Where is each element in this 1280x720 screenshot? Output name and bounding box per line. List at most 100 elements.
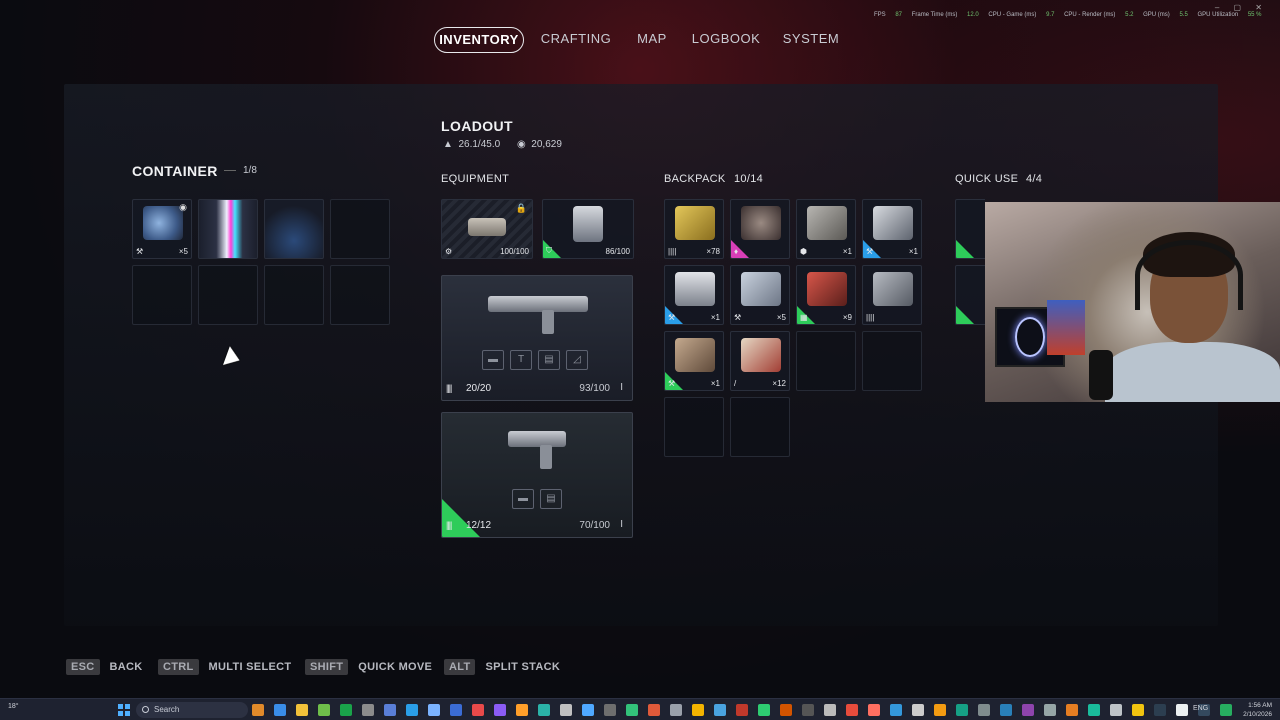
hint-back[interactable]: ESC BACK [66, 658, 143, 676]
backpack-slot[interactable]: |||| ×78 [664, 199, 724, 259]
weapon-slot-primary[interactable]: ▬ T ▤ ◿ |||| 20/20 93/100 I [441, 275, 633, 401]
taskbar-app-icon[interactable] [868, 704, 880, 716]
backpack-slot[interactable] [796, 331, 856, 391]
taskbar-app-icon[interactable] [1000, 704, 1012, 716]
tab-crafting[interactable]: CRAFTING [539, 27, 613, 53]
taskbar-app-icon[interactable] [1176, 704, 1188, 716]
taskbar-app-icon[interactable] [538, 704, 550, 716]
taskbar-app-icon[interactable] [692, 704, 704, 716]
shield-slot[interactable]: ⛉ 86/100 [542, 199, 634, 259]
backpack-slot[interactable]: ⚒ ×1 [664, 265, 724, 325]
hint-quick-move[interactable]: SHIFT QUICK MOVE [305, 658, 432, 676]
container-slot[interactable] [330, 199, 390, 259]
muzzle-mod-icon[interactable]: ▬ [482, 350, 504, 370]
taskbar-app-icon[interactable] [1154, 704, 1166, 716]
quick-use-slot[interactable] [955, 199, 985, 259]
tab-system[interactable]: SYSTEM [780, 27, 842, 53]
container-slot[interactable] [198, 199, 258, 259]
container-slot[interactable] [132, 265, 192, 325]
taskbar-app-icon[interactable] [1022, 704, 1034, 716]
underbarrel-mod-icon[interactable]: T [510, 350, 532, 370]
container-slot[interactable] [330, 265, 390, 325]
windows-start-icon[interactable] [118, 704, 130, 716]
taskbar-app-icon[interactable] [758, 704, 770, 716]
backpack-slot[interactable]: ⚒ ×5 [730, 265, 790, 325]
system-clock[interactable]: 1:56 AM 2/10/2026 [1243, 701, 1272, 719]
container-slot[interactable] [264, 265, 324, 325]
taskbar-app-icon[interactable] [1066, 704, 1078, 716]
language-indicator[interactable]: ENG [1193, 705, 1208, 712]
taskbar-app-icon[interactable] [626, 704, 638, 716]
taskbar-app-icon[interactable] [296, 704, 308, 716]
wrench-icon: ⚒ [668, 313, 676, 322]
taskbar-app-icon[interactable] [846, 704, 858, 716]
backpack-slot[interactable]: ▦ ×9 [796, 265, 856, 325]
taskbar-app-icon[interactable] [824, 704, 836, 716]
taskbar-app-icon[interactable] [428, 704, 440, 716]
taskbar-app-icon[interactable] [494, 704, 506, 716]
container-slot[interactable] [264, 199, 324, 259]
taskbar-app-icon[interactable] [780, 704, 792, 716]
taskbar-search[interactable]: Search [136, 702, 248, 718]
taskbar-app-icon[interactable] [736, 704, 748, 716]
container-slot[interactable] [198, 265, 258, 325]
backpack-slot[interactable] [730, 397, 790, 457]
taskbar-app-icon[interactable] [714, 704, 726, 716]
taskbar-app-icon[interactable] [1044, 704, 1056, 716]
taskbar-app-icon[interactable] [472, 704, 484, 716]
taskbar-app-icon[interactable] [890, 704, 902, 716]
taskbar-app-icon[interactable] [406, 704, 418, 716]
muzzle-mod-icon[interactable]: ▬ [512, 489, 534, 509]
tab-inventory[interactable]: INVENTORY [434, 27, 524, 53]
weapon-slot-secondary[interactable]: ▬ ▤ |||| 12/12 70/100 I [441, 412, 633, 538]
taskbar-app-icon[interactable] [318, 704, 330, 716]
taskbar-app-icon[interactable] [384, 704, 396, 716]
taskbar-app-icon[interactable] [516, 704, 528, 716]
taskbar-app-icon[interactable] [1088, 704, 1100, 716]
backpack-slot[interactable]: / ×12 [730, 331, 790, 391]
backpack-slot[interactable]: ♦ [730, 199, 790, 259]
ammo-icon: |||| [866, 313, 875, 322]
item-count: ×1 [710, 379, 720, 388]
backpack-slot[interactable] [862, 331, 922, 391]
taskbar-app-icon[interactable] [1132, 704, 1144, 716]
backpack-slot[interactable]: ⬢ ×1 [796, 199, 856, 259]
taskbar-app-icon[interactable] [1220, 704, 1232, 716]
top-nav: INVENTORY CRAFTING MAP LOGBOOK SYSTEM [0, 27, 1280, 53]
backpack-slot[interactable]: |||| [862, 265, 922, 325]
backpack-slot[interactable]: ⚒ ×1 [862, 199, 922, 259]
tab-map[interactable]: MAP [630, 27, 674, 53]
taskbar-app-icon[interactable] [1110, 704, 1122, 716]
taskbar-app-icon[interactable] [582, 704, 594, 716]
stock-mod-icon[interactable]: ◿ [566, 350, 588, 370]
container-slot[interactable]: ◉ ⚒ ×5 [132, 199, 192, 259]
augment-slot[interactable]: 🔒 ⚙ 100/100 [441, 199, 533, 259]
taskbar-app-icon[interactable] [978, 704, 990, 716]
taskbar-app-icon[interactable] [560, 704, 572, 716]
backpack-slot[interactable]: ⚒ ×1 [664, 331, 724, 391]
taskbar-app-icon[interactable] [362, 704, 374, 716]
backpack-slot[interactable] [664, 397, 724, 457]
weather-widget[interactable]: 18° [8, 703, 19, 710]
taskbar-app-icon[interactable] [934, 704, 946, 716]
quick-use-slot[interactable] [955, 265, 985, 325]
taskbar-app-icon[interactable] [956, 704, 968, 716]
hint-split-stack[interactable]: ALT SPLIT STACK [444, 658, 560, 676]
item-icon [675, 272, 715, 306]
window-controls[interactable]: – ▢ ✕ [1215, 3, 1268, 12]
streamer-shirt [1105, 342, 1280, 402]
taskbar-app-icon[interactable] [912, 704, 924, 716]
magazine-mod-icon[interactable]: ▤ [538, 350, 560, 370]
taskbar-app-icon[interactable] [450, 704, 462, 716]
taskbar-app-icon[interactable] [340, 704, 352, 716]
magazine-mod-icon[interactable]: ▤ [540, 489, 562, 509]
hint-multi-select[interactable]: CTRL MULTI SELECT [158, 658, 291, 676]
ammo-icon: |||| [446, 383, 452, 393]
taskbar-app-icon[interactable] [670, 704, 682, 716]
taskbar-app-icon[interactable] [648, 704, 660, 716]
taskbar-app-icon[interactable] [802, 704, 814, 716]
taskbar-app-icon[interactable] [274, 704, 286, 716]
tab-logbook[interactable]: LOGBOOK [690, 27, 762, 53]
taskbar-app-icon[interactable] [252, 704, 264, 716]
taskbar-app-icon[interactable] [604, 704, 616, 716]
